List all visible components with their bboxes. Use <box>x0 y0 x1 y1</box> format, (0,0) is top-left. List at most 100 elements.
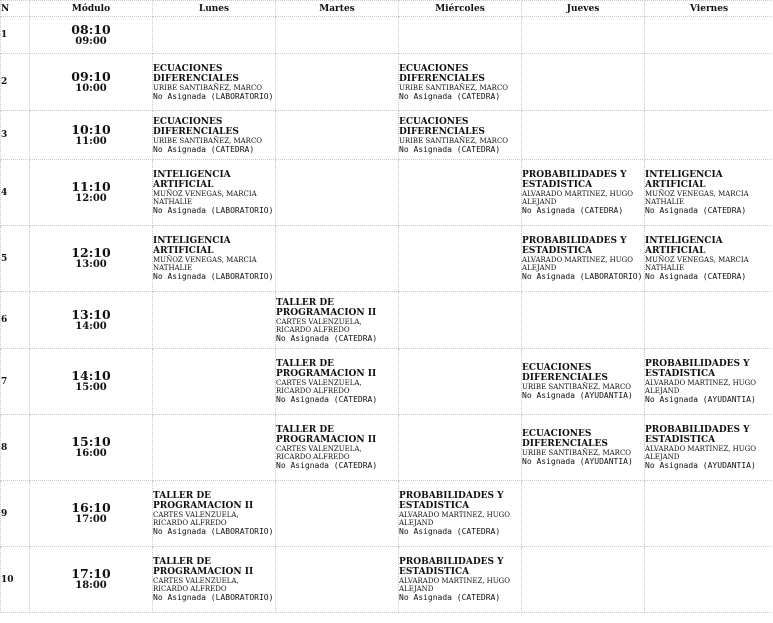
empty-slot-miercoles <box>398 225 522 292</box>
module-time: 12:10 13:00 <box>29 225 153 292</box>
module-start-time: 13:10 <box>71 306 111 322</box>
professor-name: URIBE SANTIBAÑEZ, MARCO <box>522 383 632 391</box>
schedule-row: 1 08:10 09:00 <box>0 16 773 54</box>
room-assignment: No Asignada (CATEDRA) <box>399 593 501 602</box>
empty-slot-martes <box>275 16 399 54</box>
room-assignment: No Asignada (LABORATORIO) <box>522 272 643 281</box>
empty-slot-miercoles <box>398 348 522 415</box>
schedule-row: 5 12:10 13:00 INTELIGENCIA ARTIFICIAL MUÑOZ … <box>0 225 773 292</box>
row-number: 5 <box>0 225 30 292</box>
schedule-row: 4 11:10 12:00 INTELIGENCIA ARTIFICIAL MUÑOZ … <box>0 159 773 226</box>
professor-name: CARTES VALENZUELA, RICARDO ALFREDO <box>276 379 362 395</box>
empty-slot-lunes <box>152 348 276 415</box>
schedule-row: 2 09:10 10:00 ECUACIONES DIFERENCIALES URIBE… <box>0 53 773 111</box>
module-time: 17:10 18:00 <box>29 546 153 613</box>
header-martes: Martes <box>275 0 399 17</box>
empty-slot-jueves <box>521 546 645 613</box>
module-start-time: 11:10 <box>71 179 111 194</box>
empty-slot-viernes <box>644 291 773 349</box>
empty-slot-jueves <box>521 291 645 349</box>
room-assignment: No Asignada (CATEDRA) <box>276 461 378 470</box>
empty-slot-viernes <box>644 110 773 160</box>
row-number: 6 <box>0 291 30 349</box>
module-start-time: 09:10 <box>71 68 111 84</box>
row-number: 9 <box>0 480 30 547</box>
empty-slot-viernes <box>644 53 773 111</box>
class-slot-jueves: ECUACIONES DIFERENCIALES URIBE SANTIBAÑEZ… <box>521 414 645 481</box>
header-jueves: Jueves <box>521 0 645 17</box>
room-assignment: No Asignada (CATEDRA) <box>399 527 501 536</box>
professor-name: ALVARADO MARTINEZ, HUGO ALEJAND <box>522 256 633 272</box>
room-assignment: No Asignada (LABORATORIO) <box>153 91 274 101</box>
module-start-time: 10:10 <box>71 121 111 137</box>
schedule-row: 6 13:10 14:00 TALLER DE PROGRAMACION II CART… <box>0 291 773 349</box>
module-end-time: 11:00 <box>75 135 107 147</box>
room-assignment: No Asignada (CATEDRA) <box>399 144 501 154</box>
room-assignment: No Asignada (CATEDRA) <box>399 91 501 101</box>
room-assignment: No Asignada (AYUDANTIA) <box>645 395 756 404</box>
class-slot-miercoles: ECUACIONES DIFERENCIALES URIBE SANTIBAÑEZ… <box>398 53 522 111</box>
course-name: ECUACIONES DIFERENCIALES <box>522 429 608 449</box>
module-time: 11:10 12:00 <box>29 159 153 226</box>
module-start-time: 15:10 <box>71 434 111 449</box>
professor-name: URIBE SANTIBAÑEZ, MARCO <box>153 136 263 145</box>
empty-slot-miercoles <box>398 16 522 54</box>
class-slot-lunes: TALLER DE PROGRAMACION II CARTES VALENZUE… <box>152 546 276 613</box>
empty-slot-martes <box>275 110 399 160</box>
professor-name: ALVARADO MARTINEZ, HUGO ALEJAND <box>399 577 510 593</box>
module-end-time: 16:00 <box>75 448 107 459</box>
row-number: 10 <box>0 546 30 613</box>
class-slot-lunes: ECUACIONES DIFERENCIALES URIBE SANTIBAÑEZ… <box>152 110 276 160</box>
empty-slot-martes <box>275 546 399 613</box>
class-slot-miercoles: PROBABILIDADES Y ESTADISTICA ALVARADO MAR… <box>398 480 522 547</box>
professor-name: URIBE SANTIBAÑEZ, MARCO <box>153 83 263 92</box>
course-name: INTELIGENCIA ARTIFICIAL <box>153 236 231 256</box>
course-name: INTELIGENCIA ARTIFICIAL <box>645 236 723 256</box>
module-end-time: 17:00 <box>75 514 107 525</box>
room-assignment: No Asignada (LABORATORIO) <box>153 272 274 281</box>
schedule-row: 8 15:10 16:00 TALLER DE PROGRAMACION II CART… <box>0 414 773 481</box>
course-name: ECUACIONES DIFERENCIALES <box>153 116 239 137</box>
room-assignment: No Asignada (CATEDRA) <box>645 272 747 281</box>
room-assignment: No Asignada (CATEDRA) <box>645 206 747 215</box>
empty-slot-jueves <box>521 53 645 111</box>
course-name: INTELIGENCIA ARTIFICIAL <box>153 170 231 190</box>
course-name: ECUACIONES DIFERENCIALES <box>399 63 485 84</box>
row-number: 7 <box>0 348 30 415</box>
course-name: TALLER DE PROGRAMACION II <box>276 297 377 318</box>
module-start-time: 08:10 <box>71 21 111 37</box>
room-assignment: No Asignada (CATEDRA) <box>153 144 255 154</box>
course-name: TALLER DE PROGRAMACION II <box>276 359 377 379</box>
room-assignment: No Asignada (LABORATORIO) <box>153 593 274 602</box>
room-assignment: No Asignada (AYUDANTIA) <box>645 461 756 470</box>
class-slot-lunes: ECUACIONES DIFERENCIALES URIBE SANTIBAÑEZ… <box>152 53 276 111</box>
professor-name: MUÑOZ VENEGAS, MARCIA NATHALIE <box>645 190 749 206</box>
professor-name: MUÑOZ VENEGAS, MARCIA NATHALIE <box>645 256 749 272</box>
professor-name: URIBE SANTIBAÑEZ, MARCO <box>399 136 509 145</box>
class-slot-jueves: PROBABILIDADES Y ESTADISTICA ALVARADO MAR… <box>521 159 645 226</box>
row-number: 3 <box>0 110 30 160</box>
professor-name: MUÑOZ VENEGAS, MARCIA NATHALIE <box>153 190 257 206</box>
module-end-time: 13:00 <box>75 259 107 270</box>
course-name: PROBABILIDADES Y ESTADISTICA <box>399 557 504 577</box>
module-time: 10:10 11:00 <box>29 110 153 160</box>
class-slot-lunes: TALLER DE PROGRAMACION II CARTES VALENZUE… <box>152 480 276 547</box>
class-slot-jueves: ECUACIONES DIFERENCIALES URIBE SANTIBAÑEZ… <box>521 348 645 415</box>
room-assignment: No Asignada (AYUDANTIA) <box>522 391 633 400</box>
module-time: 16:10 17:00 <box>29 480 153 547</box>
room-assignment: No Asignada (AYUDANTIA) <box>522 457 633 466</box>
course-name: INTELIGENCIA ARTIFICIAL <box>645 170 723 190</box>
professor-name: ALVARADO MARTINEZ, HUGO ALEJAND <box>645 445 756 461</box>
module-time: 14:10 15:00 <box>29 348 153 415</box>
empty-slot-martes <box>275 225 399 292</box>
course-name: PROBABILIDADES Y ESTADISTICA <box>645 425 750 445</box>
professor-name: URIBE SANTIBAÑEZ, MARCO <box>399 83 509 92</box>
class-slot-martes: TALLER DE PROGRAMACION II CARTES VALENZUE… <box>275 348 399 415</box>
module-start-time: 12:10 <box>71 245 111 260</box>
course-name: PROBABILIDADES Y ESTADISTICA <box>522 236 627 256</box>
schedule-table: N Módulo Lunes Martes Miércoles Jueves V… <box>0 0 773 613</box>
course-name: PROBABILIDADES Y ESTADISTICA <box>522 170 627 190</box>
schedule-row: 3 10:10 11:00 ECUACIONES DIFERENCIALES URIBE… <box>0 110 773 160</box>
empty-slot-viernes <box>644 16 773 54</box>
course-name: PROBABILIDADES Y ESTADISTICA <box>645 359 750 379</box>
